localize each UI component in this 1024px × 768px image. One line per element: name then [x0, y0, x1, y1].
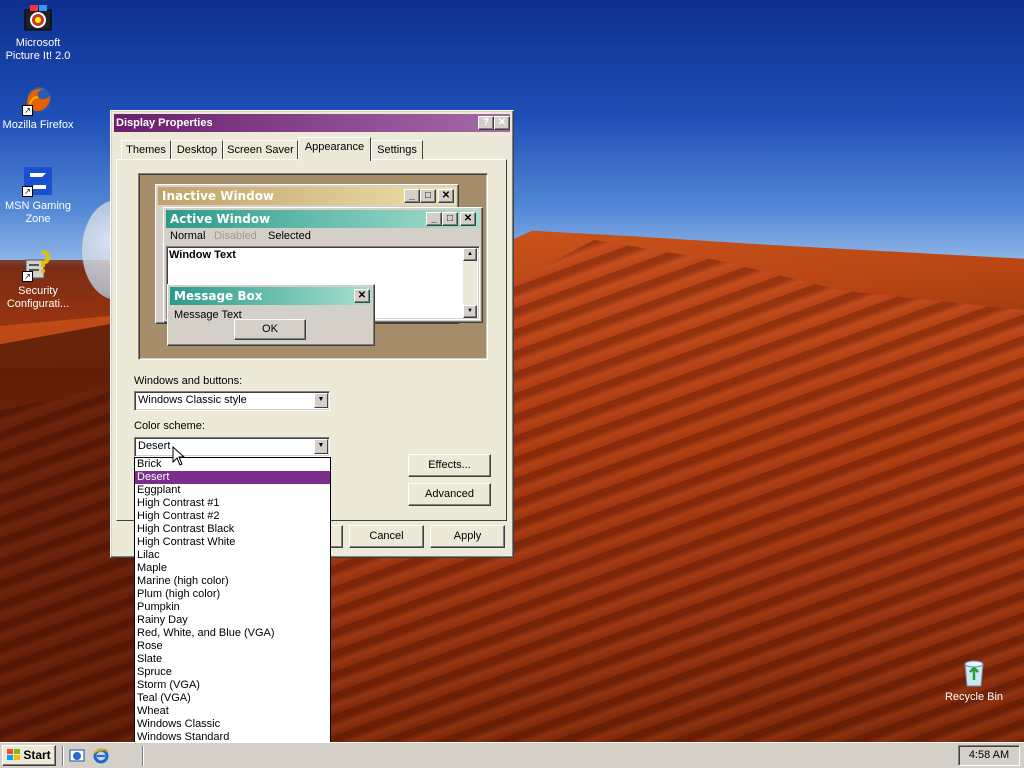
preview-msgbox-title: Message Box — [174, 289, 263, 303]
start-label: Start — [23, 748, 51, 762]
dropdown-option[interactable]: Slate — [135, 653, 330, 666]
dropdown-option[interactable]: Rainy Day — [135, 614, 330, 627]
preview-msgbox-title-bar: Message Box — [170, 287, 372, 305]
recycle-bin-icon — [958, 656, 990, 688]
preview-active-title: Active Window — [170, 212, 271, 226]
dropdown-option[interactable]: Plum (high color) — [135, 588, 330, 601]
scroll-up-icon: ▲ — [463, 248, 477, 261]
dropdown-option[interactable]: Brick — [135, 458, 330, 471]
dropdown-option[interactable]: High Contrast Black — [135, 523, 330, 536]
preview-maximize-icon: □ — [420, 189, 436, 203]
desktop-icon-firefox[interactable]: ↗ Mozilla Firefox — [0, 84, 76, 132]
preview-message-box: Message Box ✕ Message Text OK — [167, 284, 375, 346]
apply-button[interactable]: Apply — [430, 525, 505, 548]
shortcut-arrow-icon: ↗ — [22, 105, 33, 116]
dropdown-option[interactable]: Storm (VGA) — [135, 679, 330, 692]
system-clock[interactable]: 4:58 AM — [958, 745, 1020, 766]
help-icon: ? — [482, 117, 490, 128]
desktop-icon-label: Zone — [25, 213, 51, 225]
windows-and-buttons-value: Windows Classic style — [138, 394, 247, 406]
desktop-icon-label: MSN Gaming — [4, 200, 72, 212]
dropdown-option[interactable]: High Contrast #1 — [135, 497, 330, 510]
dropdown-option[interactable]: Teal (VGA) — [135, 692, 330, 705]
desktop-icon-label: Microsoft — [15, 37, 61, 49]
dropdown-option[interactable]: Windows Classic — [135, 718, 330, 731]
desktop-icon-label: Recycle Bin — [944, 691, 1004, 703]
close-icon: ✕ — [497, 117, 507, 128]
desktop-icon-label: Picture It! 2.0 — [5, 50, 71, 62]
dialog-title-bar[interactable]: Display Properties ? ✕ — [114, 114, 510, 132]
preview-menu-selected: Selected — [268, 230, 311, 242]
preview-inactive-title: Inactive Window — [162, 189, 275, 203]
dropdown-option[interactable]: High Contrast #2 — [135, 510, 330, 523]
desktop-icon-label: Security — [18, 285, 58, 297]
dropdown-option[interactable]: Eggplant — [135, 484, 330, 497]
preview-menu-disabled: Disabled — [214, 230, 257, 242]
desktop-icon-picture-it[interactable]: Microsoft Picture It! 2.0 — [0, 2, 76, 63]
taskbar-separator — [142, 746, 144, 766]
dropdown-option[interactable]: Lilac — [135, 549, 330, 562]
color-scheme-value: Desert — [138, 440, 171, 452]
desktop-icon-msn-gaming-zone[interactable]: ↗ MSN Gaming Zone — [0, 165, 76, 226]
security-configuration-icon: ↗ — [22, 250, 54, 282]
help-button[interactable]: ? — [478, 116, 494, 130]
desktop-icon-recycle-bin[interactable]: Recycle Bin — [936, 656, 1012, 704]
dropdown-option[interactable]: Pumpkin — [135, 601, 330, 614]
preview-message-text: Message Text — [174, 309, 242, 321]
desktop-icon-label: Configurati... — [6, 298, 70, 310]
preview-ok-button: OK — [234, 319, 306, 340]
internet-explorer-icon[interactable] — [92, 747, 110, 765]
desktop-icon-label: Mozilla Firefox — [2, 119, 74, 131]
windows-logo-icon — [7, 748, 21, 760]
taskbar: Start 4:58 AM — [0, 742, 1024, 768]
start-button[interactable]: Start — [2, 745, 56, 766]
cancel-button[interactable]: Cancel — [349, 525, 424, 548]
color-scheme-label: Color scheme: — [134, 420, 205, 432]
dropdown-option[interactable]: Marine (high color) — [135, 575, 330, 588]
tab-appearance[interactable]: Appearance — [298, 137, 371, 161]
chevron-down-icon[interactable]: ▼ — [314, 393, 328, 408]
dropdown-option[interactable]: Rose — [135, 640, 330, 653]
dropdown-option[interactable]: Red, White, and Blue (VGA) — [135, 627, 330, 640]
taskbar-separator — [62, 746, 64, 766]
shortcut-arrow-icon: ↗ — [22, 186, 33, 197]
shortcut-arrow-icon: ↗ — [22, 271, 33, 282]
windows-and-buttons-select[interactable]: Windows Classic style ▼ — [134, 391, 330, 411]
msn-gaming-zone-icon: ↗ — [22, 165, 54, 197]
preview-close-icon: ✕ — [460, 212, 476, 226]
preview-close-icon: ✕ — [438, 189, 454, 203]
tab-themes[interactable]: Themes — [121, 140, 171, 160]
preview-maximize-icon: □ — [442, 212, 458, 226]
chevron-down-icon[interactable]: ▼ — [314, 439, 328, 454]
windows-and-buttons-label: Windows and buttons: — [134, 375, 243, 387]
picture-it-icon — [22, 2, 54, 34]
preview-menu-normal: Normal — [170, 230, 206, 242]
color-scheme-select[interactable]: Desert ▼ — [134, 437, 330, 457]
dialog-title: Display Properties — [116, 117, 213, 129]
dropdown-option[interactable]: Maple — [135, 562, 330, 575]
color-scheme-dropdown-list: Brick Desert Eggplant High Contrast #1 H… — [134, 457, 331, 745]
preview-close-icon: ✕ — [354, 289, 370, 303]
dropdown-option-highlighted[interactable]: Desert — [135, 471, 330, 484]
tab-settings[interactable]: Settings — [371, 140, 423, 160]
desktop-icon-security-configuration[interactable]: ↗ Security Configurati... — [0, 250, 76, 311]
scroll-down-icon: ▼ — [463, 305, 477, 318]
tab-screen-saver[interactable]: Screen Saver — [223, 140, 298, 160]
dropdown-option[interactable]: Spruce — [135, 666, 330, 679]
preview-minimize-icon: _ — [404, 189, 420, 203]
advanced-button[interactable]: Advanced — [408, 483, 491, 506]
dropdown-option[interactable]: Wheat — [135, 705, 330, 718]
effects-button[interactable]: Effects... — [408, 454, 491, 477]
mouse-pointer-icon — [172, 445, 186, 469]
close-button[interactable]: ✕ — [494, 116, 510, 130]
firefox-icon: ↗ — [22, 84, 54, 116]
show-desktop-icon[interactable] — [68, 747, 86, 765]
appearance-preview: Inactive Window _ □ ✕ Active Window _ □ … — [138, 173, 488, 360]
preview-window-text: Window Text — [169, 249, 236, 261]
preview-minimize-icon: _ — [426, 212, 442, 226]
tab-desktop[interactable]: Desktop — [171, 140, 223, 160]
dropdown-option[interactable]: High Contrast White — [135, 536, 330, 549]
preview-scrollbar: ▲ ▼ — [463, 248, 477, 318]
